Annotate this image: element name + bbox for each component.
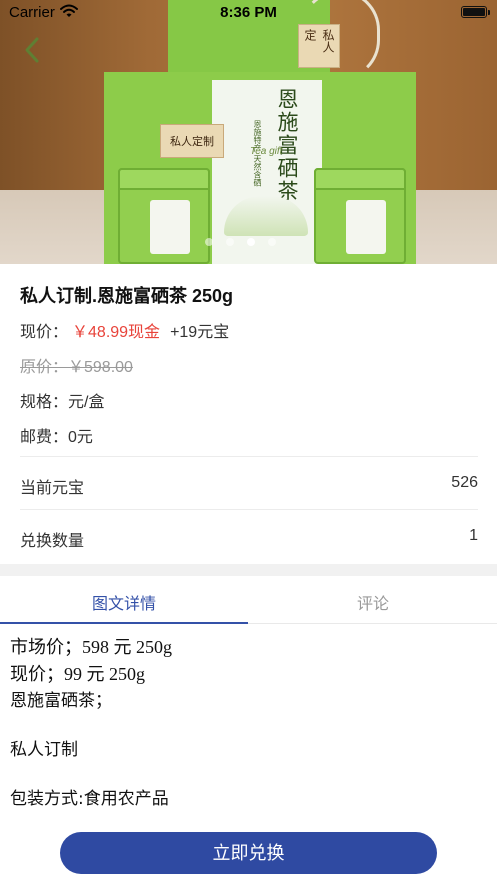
spec-row: 规格：元/盒: [20, 388, 104, 412]
tea-tin-lid: [118, 168, 210, 190]
balance-value: 526: [451, 474, 478, 491]
detail-content: 市场价；598 元 250g 现价；99 元 250g 恩施富硒茶； 私人订制 …: [10, 634, 487, 813]
divider: [20, 456, 478, 457]
quantity-value[interactable]: 1: [469, 527, 478, 551]
price-row: 现价： ￥48.99现金 +19元宝: [20, 318, 229, 342]
product-info: 私人订制.恩施富硒茶 250g 现价： ￥48.99现金 +19元宝 原价：￥598…: [0, 264, 497, 564]
carousel-dot[interactable]: [247, 238, 255, 246]
shipping-value: 0元: [68, 429, 93, 446]
back-button[interactable]: [24, 36, 48, 64]
status-time: 8:36 PM: [220, 4, 277, 21]
spec-value: 元/盒: [68, 394, 105, 411]
gift-box-english: Tea gift: [250, 146, 283, 157]
gift-box-label: 私人定制: [160, 124, 224, 158]
detail-line-current-price: 现价；99 元 250g: [10, 664, 145, 684]
status-bar: Carrier 8:36 PM: [0, 0, 497, 26]
shipping-label: 邮费：: [20, 429, 69, 446]
carousel-pagination: [205, 238, 276, 246]
tea-tin-label: [150, 200, 190, 254]
quantity-label: 兑换数量: [20, 533, 85, 550]
carousel-dot[interactable]: [205, 238, 213, 246]
detail-line-market-price: 市场价；598 元 250g: [10, 637, 172, 657]
carousel-dot[interactable]: [226, 238, 234, 246]
chevron-left-icon: [25, 37, 39, 63]
gift-bag-tag: 私人定: [298, 24, 340, 68]
active-tab-indicator: [0, 622, 248, 624]
battery-icon: [461, 6, 487, 18]
redeem-now-button[interactable]: 立即兑换: [60, 832, 437, 874]
shipping-row: 邮费：0元: [20, 423, 93, 447]
detail-line-product: 恩施富硒茶；: [10, 691, 112, 711]
tea-tin-right: [314, 168, 406, 264]
battery-fill: [463, 8, 485, 16]
tab-detail[interactable]: 图文详情: [0, 590, 248, 614]
detail-tabs: 图文详情 评论: [0, 576, 497, 624]
section-gap: [0, 564, 497, 576]
price-cash: ￥48.99现金: [72, 324, 161, 341]
detail-line-packaging: 包装方式:食用农产品: [10, 789, 169, 809]
battery-tip: [488, 10, 490, 15]
divider: [20, 509, 478, 510]
tab-reviews[interactable]: 评论: [249, 590, 497, 614]
price-extra: +19元宝: [170, 324, 230, 341]
tea-tin-lid: [314, 168, 406, 190]
balance-row: 当前元宝 526: [20, 474, 478, 498]
original-price: 原价：￥598.00: [20, 359, 133, 376]
product-title: 私人订制.恩施富硒茶 250g: [20, 286, 234, 306]
spec-label: 规格：: [20, 394, 69, 411]
gift-box-panel: [212, 80, 322, 264]
detail-line-custom: 私人订制: [10, 740, 78, 760]
price-label: 现价：: [20, 324, 69, 341]
tea-tin-label: [346, 200, 386, 254]
carousel-dot[interactable]: [268, 238, 276, 246]
balance-label: 当前元宝: [20, 480, 85, 497]
quantity-row[interactable]: 兑换数量 1: [20, 527, 478, 551]
product-image-carousel[interactable]: 私人定 恩施富硒茶 恩施特产 天然含硒 Tea gift 私人定制: [0, 0, 497, 264]
tea-tin-left: [118, 168, 210, 264]
